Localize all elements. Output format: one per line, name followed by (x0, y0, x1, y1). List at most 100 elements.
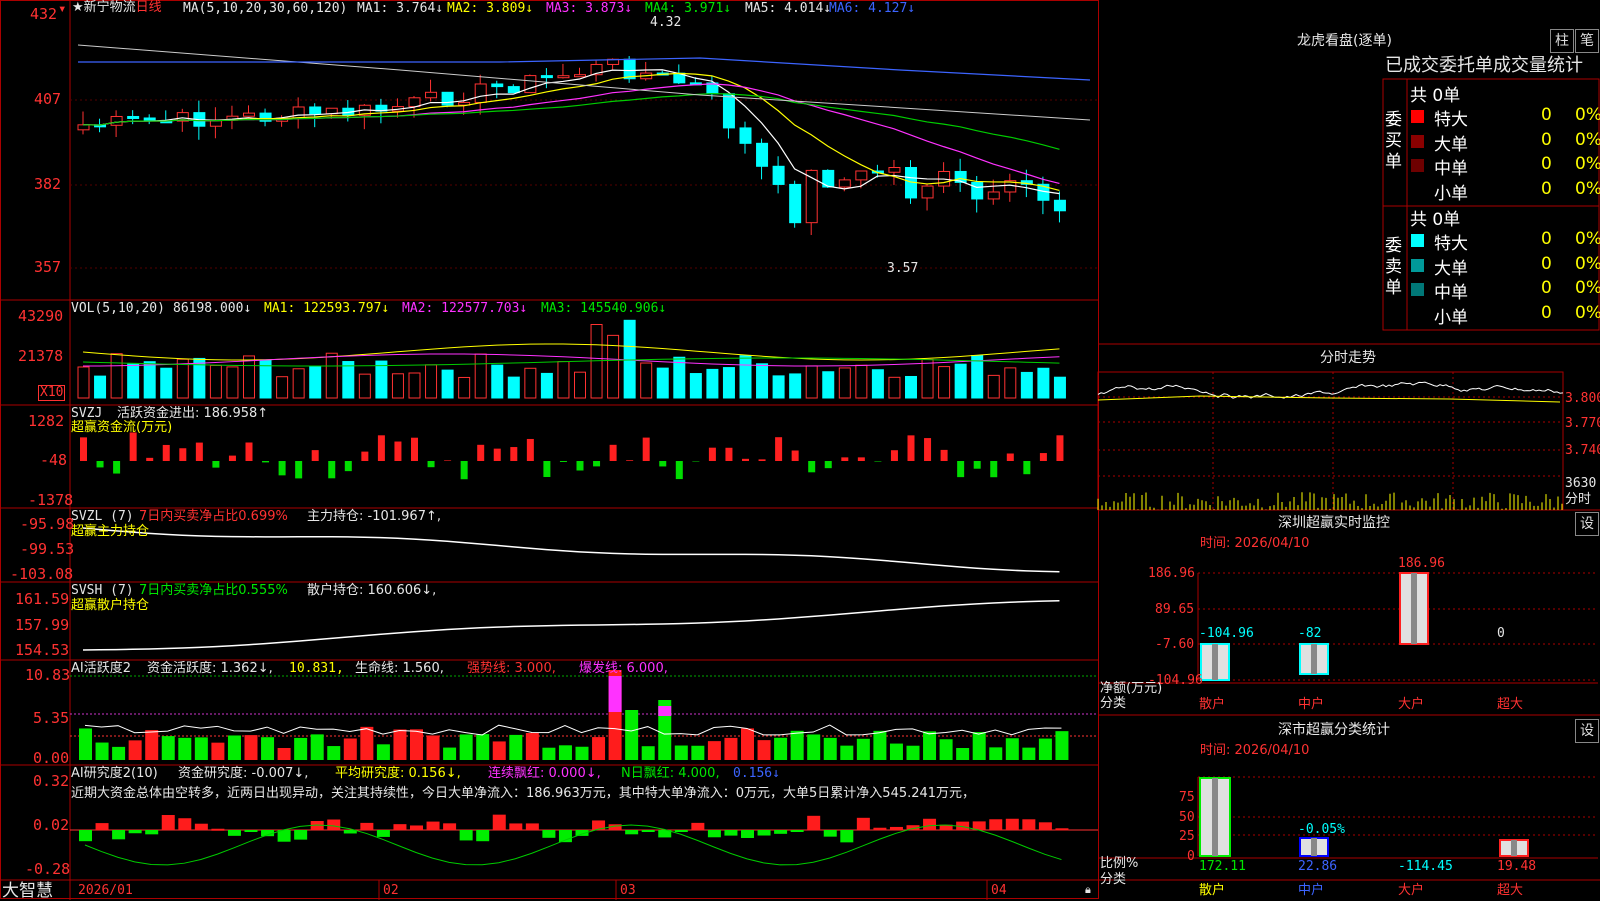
flow-bar (874, 461, 881, 462)
flow-bar (229, 456, 236, 461)
buy-color-swatch (1411, 159, 1424, 172)
candle (558, 76, 569, 78)
buy-color-swatch (1411, 110, 1424, 123)
dropdown-icon[interactable]: ▾ (58, 2, 66, 16)
lock-icon[interactable]: 🔒︎ (1085, 883, 1091, 897)
candle (409, 98, 420, 107)
lhb-title: 龙虎看盘(逐单) (1297, 34, 1392, 48)
flow-bar (97, 461, 104, 467)
flow-bar (841, 457, 848, 461)
flow-bar (1007, 453, 1014, 461)
research-bar (245, 830, 258, 832)
sell-color-swatch (1411, 234, 1424, 247)
stat-axis-label: 比例% (1100, 857, 1138, 871)
stock-name: 新宁物流 (84, 0, 136, 15)
flow-bar (444, 460, 451, 461)
column-mode-button[interactable]: 柱 (1550, 29, 1574, 53)
sz-y-0: 186.96 (1148, 567, 1195, 581)
research-bar (228, 830, 241, 836)
ma-line (78, 45, 1090, 120)
lhb-tab-header[interactable]: 已成交委托单成交量统计 (1385, 56, 1583, 76)
svsh-sub: 超赢散户持仓 (71, 599, 149, 613)
sz-stat-settings-button[interactable]: 设 (1575, 719, 1599, 743)
svzl-label: SVZL (7) (71, 510, 134, 524)
y-tick-main-1: 407 (34, 92, 61, 106)
flow-bar (610, 445, 617, 461)
flow-bar (593, 461, 600, 466)
ma-line (83, 94, 1059, 150)
research-bar (807, 816, 820, 830)
volume-bar (144, 362, 155, 398)
y-tick-svsh-1: 157.99 (15, 618, 69, 632)
y-tick-svzj-0: 1282 (28, 414, 64, 428)
research-bar (691, 823, 704, 830)
volume-bar (310, 366, 321, 398)
ai-active-d4: 强势线: 3.000, (467, 662, 556, 676)
y-tick-ar-2: -0.28 (25, 862, 70, 876)
sell-row-pct: 0% (1575, 229, 1600, 249)
activity-bar (774, 738, 787, 760)
stat-y-3: 0 (1187, 850, 1195, 864)
candle (972, 182, 983, 199)
star-icon[interactable]: ★ (72, 0, 84, 15)
activity-bar (245, 735, 258, 760)
chart-layer (0, 0, 1600, 900)
activity-bar (907, 746, 920, 760)
sz-bar-mid-shade (1311, 644, 1317, 674)
sell-row-count: 0 (1541, 278, 1552, 298)
stock-title[interactable]: ★新宁物流日线 (72, 1, 162, 15)
activity-bar (724, 738, 737, 760)
intraday-vol-unit: 分时 (1565, 493, 1591, 507)
y-tick-vol-1: 21378 (18, 349, 63, 363)
flow-bar (1040, 453, 1047, 461)
sell-color-swatch (1411, 283, 1424, 296)
ai-active-d2: 10.831, (289, 662, 344, 676)
activity-bar (311, 734, 324, 760)
research-bar (923, 819, 936, 830)
research-bar (741, 830, 754, 838)
flow-bar (146, 458, 153, 461)
activity-bar (973, 732, 986, 760)
candle (922, 186, 933, 198)
flow-bar (527, 439, 534, 461)
volume-bar (492, 365, 503, 398)
retail-hold-line (83, 601, 1059, 650)
candle (773, 166, 784, 184)
sz-monitor-settings-button[interactable]: 设 (1575, 512, 1599, 536)
ma2-label: MA2: 3.809↓ (447, 2, 533, 16)
stat-bar-value-0: 172.11 (1199, 860, 1246, 874)
volume-bar (359, 374, 370, 398)
volume-bar (409, 373, 420, 398)
activity-bar (940, 739, 953, 760)
sz-bar-value-1: -82 (1298, 627, 1321, 641)
svzl-ratio: 7日内买卖净占比0.699% (139, 510, 288, 524)
period-label[interactable]: 日线 (136, 0, 162, 15)
candle (575, 75, 586, 77)
volume-bar (823, 372, 834, 398)
activity-bar (1039, 739, 1052, 760)
pen-mode-button[interactable]: 笔 (1575, 29, 1599, 53)
activity-bar (327, 746, 340, 760)
volume-bar (128, 364, 139, 398)
svzl-sub: 超赢主力持仓 (71, 525, 149, 539)
activity-bar (393, 729, 406, 760)
volume-bar (508, 377, 519, 398)
buy-row-pct: 0% (1575, 154, 1600, 174)
ma4-label: MA4: 3.971↓ (645, 2, 731, 16)
candle (128, 116, 139, 118)
flow-bar (974, 461, 981, 469)
sz-cat-3: 超大 (1497, 698, 1523, 712)
vol-ma1: MA1: 122593.797↓ (264, 302, 389, 316)
volume-bar (955, 364, 966, 398)
y-tick-ar-1: 0.02 (33, 818, 69, 832)
stat-pct-note: -0.05% (1298, 823, 1345, 837)
research-bar (129, 830, 142, 833)
activity-bar (360, 727, 373, 760)
flow-bar (577, 461, 584, 471)
candle (856, 171, 867, 180)
sell-row-pct: 0% (1575, 278, 1600, 298)
stat-y-0: 75 (1179, 791, 1195, 805)
activity-bar (708, 741, 721, 760)
activity-bar (923, 731, 936, 760)
volume-bar (277, 377, 288, 398)
